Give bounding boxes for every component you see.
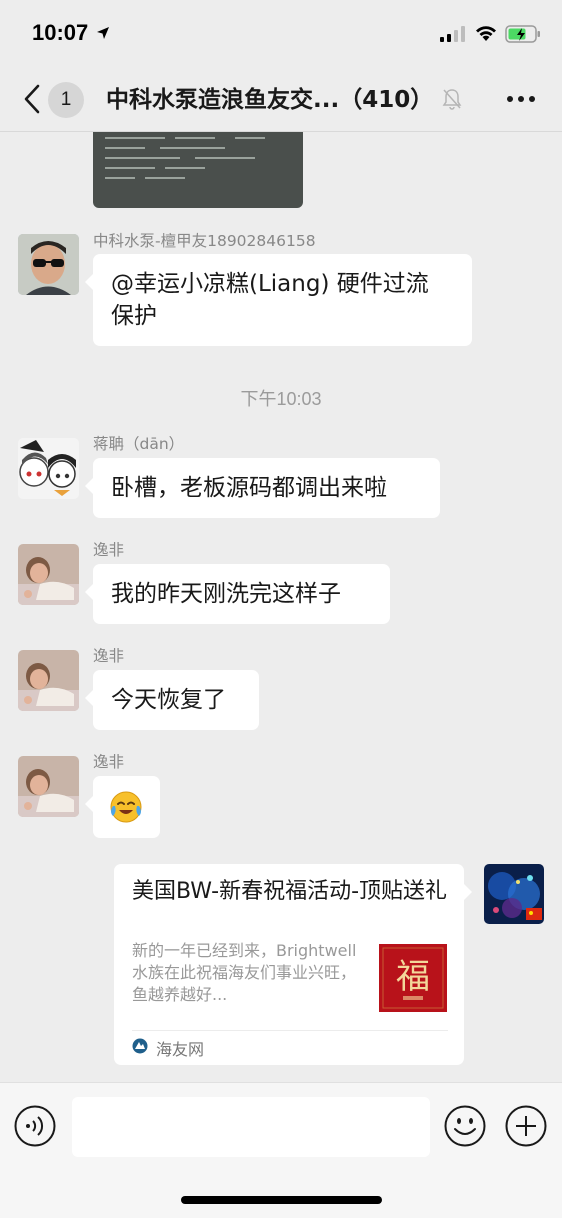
avatar[interactable]: [18, 756, 79, 817]
avatar[interactable]: [18, 234, 79, 295]
message-text: 我的昨天刚洗完这样子: [111, 581, 341, 607]
back-chevron-icon[interactable]: [20, 82, 44, 116]
message-list[interactable]: 中科水泵-檀甲友18902846158 @幸运小凉糕(Liang) 硬件过流 保…: [0, 132, 562, 1082]
sender-name: 中科水泵-檀甲友18902846158: [93, 232, 316, 250]
chat-header: 1 中科水泵造浪鱼友交...（410）: [0, 66, 562, 132]
my-avatar[interactable]: [484, 864, 544, 924]
more-options-icon[interactable]: [504, 86, 538, 112]
plus-more-icon[interactable]: [505, 1105, 547, 1147]
crying-laughing-emoji-icon: [110, 791, 142, 823]
unread-count-badge[interactable]: 1: [48, 82, 84, 118]
message-bubble[interactable]: 今天恢复了: [85, 670, 259, 730]
avatar-baby-photo: [18, 544, 79, 605]
emoji-icon[interactable]: [444, 1105, 486, 1147]
message-text-line: 保护: [111, 303, 157, 329]
link-card-source: 海友网: [156, 1040, 205, 1059]
home-indicator[interactable]: [181, 1196, 382, 1204]
link-card-thumbnail: 福: [379, 944, 447, 1012]
status-time: 10:07: [32, 20, 89, 45]
avatar-baby-photo: [18, 650, 79, 711]
image-message[interactable]: [93, 132, 303, 208]
avatar[interactable]: [18, 650, 79, 711]
battery-charging-icon: [505, 25, 540, 43]
message-bubble[interactable]: 卧槽，老板源码都调出来啦: [85, 458, 440, 518]
cellular-signal-icon: [440, 26, 465, 42]
location-arrow-icon: [97, 27, 109, 39]
avatar-man-sunglasses: [18, 234, 79, 295]
fu-character-image: 福: [379, 944, 447, 1012]
message-text: 卧槽，老板源码都调出来啦: [111, 475, 387, 501]
avatar-anime-characters: [18, 438, 79, 499]
voice-input-icon[interactable]: [14, 1105, 56, 1147]
fu-character-text: 福: [396, 957, 430, 997]
message-bubble[interactable]: @幸运小凉糕(Liang) 硬件过流 保护: [85, 254, 472, 346]
website-logo-icon: [132, 1038, 148, 1054]
message-text-line: @幸运小凉糕(Liang) 硬件过流: [111, 271, 429, 297]
avatar-coral-reef: [484, 864, 544, 924]
muted-bell-icon: [442, 89, 462, 110]
sender-name: 蒋聃（dān）: [93, 435, 185, 453]
message-text: 今天恢复了: [111, 687, 226, 713]
link-card-description: 新的一年已经到来，Brightwell水族在此祝福海友们事业兴旺，鱼越养越好..…: [132, 941, 357, 1004]
link-card-divider: [132, 1030, 448, 1031]
sender-name: 逸非: [93, 753, 125, 771]
link-card-title: 美国BW-新春祝福活动-顶贴送礼: [132, 879, 448, 904]
time-divider: 下午10:03: [240, 389, 322, 409]
avatar[interactable]: [18, 544, 79, 605]
status-bar: 10:07: [0, 0, 562, 66]
message-input[interactable]: [72, 1097, 430, 1157]
message-bubble[interactable]: 我的昨天刚洗完这样子: [85, 564, 390, 624]
sender-name: 逸非: [93, 647, 125, 665]
chat-title: 中科水泵造浪鱼友交...（410）: [106, 87, 434, 113]
code-screenshot-image: [105, 132, 295, 202]
avatar[interactable]: [18, 438, 79, 499]
sender-name: 逸非: [93, 541, 125, 559]
wifi-icon: [476, 26, 496, 41]
link-card-message[interactable]: 美国BW-新春祝福活动-顶贴送礼 新的一年已经到来，Brightwell水族在此…: [114, 864, 472, 1065]
message-bubble[interactable]: 😭: [85, 776, 160, 838]
avatar-baby-photo: [18, 756, 79, 817]
